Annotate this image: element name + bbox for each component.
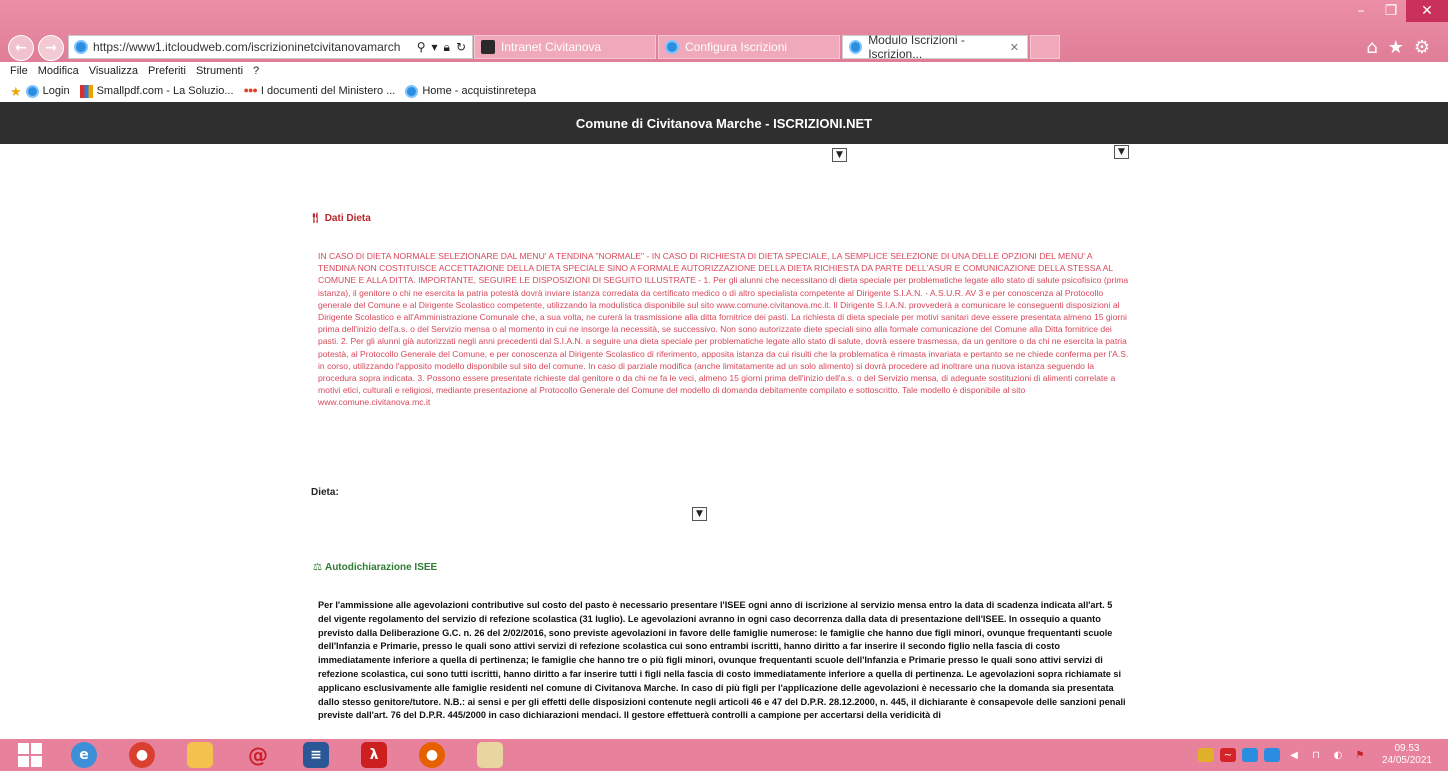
close-tab-icon[interactable]: ✕ — [1010, 41, 1019, 54]
volume-icon[interactable]: ◀ — [1286, 748, 1302, 762]
clock-date: 24/05/2021 — [1381, 755, 1432, 766]
folder-icon — [187, 742, 213, 768]
add-favorite-star-icon[interactable]: ★ — [10, 85, 22, 100]
tab-modulo-iscrizioni[interactable]: Modulo Iscrizioni - Iscrizion... ✕ — [842, 33, 1028, 61]
minimize-icon[interactable]: – — [1346, 0, 1376, 22]
isee-instructions: Per l'ammissione alle agevolazioni contr… — [318, 600, 1126, 721]
smallpdf-icon — [79, 84, 93, 98]
taskbar-word[interactable]: ≡ — [294, 739, 338, 771]
home-icon[interactable]: ⌂ — [1366, 37, 1377, 58]
ie-icon — [25, 84, 39, 98]
favorites-bar: ★ Login Smallpdf.com - La Soluzio... ●●●… — [0, 80, 1448, 103]
menu-visualizza[interactable]: Visualizza — [89, 65, 138, 77]
shield-icon[interactable] — [1197, 748, 1214, 762]
menu-modifica[interactable]: Modifica — [38, 65, 79, 77]
ie-favicon-icon — [849, 40, 863, 54]
tab-configura-iscrizioni[interactable]: Configura Iscrizioni — [658, 35, 840, 59]
page-title: Comune di Civitanova Marche - ISCRIZIONI… — [575, 115, 873, 131]
taskbar-acrobat[interactable]: λ — [352, 739, 396, 771]
internet-explorer-icon: e — [71, 742, 97, 768]
address-url[interactable]: https://www1.itcloudweb.com/iscrizionine… — [93, 40, 417, 54]
taskbar-chrome[interactable]: ● — [120, 739, 164, 771]
clock-time: 09.53 — [1394, 743, 1420, 754]
windows-logo-icon — [18, 743, 42, 767]
favorite-login[interactable]: Login — [25, 84, 70, 98]
favorite-smallpdf[interactable]: Smallpdf.com - La Soluzio... — [79, 84, 234, 98]
navigation-row: ← → https://www1.itcloudweb.com/iscrizio… — [8, 33, 1438, 61]
restore-icon[interactable]: ❐ — [1376, 0, 1406, 22]
mail-at-icon: @ — [245, 742, 271, 768]
app-icon — [477, 742, 503, 768]
window-controls: – ❐ ✕ — [1346, 0, 1448, 24]
menu-bar: File Modifica Visualizza Preferiti Strum… — [0, 62, 1448, 80]
tab-label: Configura Iscrizioni — [685, 40, 788, 54]
flag-icon[interactable]: ⚑ — [1352, 748, 1368, 762]
settings-gear-icon[interactable]: ⚙ — [1414, 37, 1430, 58]
update-icon[interactable] — [1263, 748, 1280, 762]
search-icon[interactable]: ⚲ — [417, 40, 426, 55]
dropdown-icon[interactable]: ▾ — [432, 40, 438, 55]
tab-label: Intranet Civitanova — [501, 40, 602, 54]
ie-favicon-icon — [665, 40, 679, 54]
favorite-acquistinretepa[interactable]: Home - acquistinretepa — [405, 84, 536, 98]
browser-titlebar: – ❐ ✕ ← → https://www1.itcloudweb.com/is… — [0, 0, 1448, 62]
menu-help[interactable]: ? — [253, 65, 259, 77]
address-bar[interactable]: https://www1.itcloudweb.com/iscrizionine… — [68, 35, 473, 59]
ministero-icon: ●●● — [243, 84, 258, 95]
dieta-select-dropdown-icon[interactable]: ▼ — [692, 507, 707, 521]
chrome-icon: ● — [129, 742, 155, 768]
cutlery-icon: 🍴︎ — [309, 213, 322, 224]
tab-intranet[interactable]: Intranet Civitanova — [474, 35, 656, 59]
dieta-instructions: IN CASO DI DIETA NORMALE SELEZIONARE DAL… — [318, 251, 1129, 408]
windows-taskbar: e ● @ ≡ λ ● ~ ◀ ⊓ ◐ ⚑ 09.53 24/05/2021 — [0, 739, 1448, 771]
site-header: Comune di Civitanova Marche - ISCRIZIONI… — [0, 102, 1448, 144]
favorites-star-icon[interactable]: ★ — [1388, 37, 1404, 58]
taskbar-firefox[interactable]: ● — [410, 739, 454, 771]
menu-file[interactable]: File — [10, 65, 28, 77]
start-button[interactable] — [8, 739, 52, 771]
lock-icon[interactable]: 🔒︎ — [444, 40, 450, 55]
back-button[interactable]: ← — [8, 35, 34, 61]
isee-section-title: ⚖ Autodichiarazione ISEE — [313, 562, 438, 573]
antivirus-icon[interactable]: ~ — [1219, 748, 1236, 762]
network-icon[interactable]: ⊓ — [1308, 748, 1324, 762]
system-tray: ~ ◀ ⊓ ◐ ⚑ 09.53 24/05/2021 — [1197, 739, 1432, 771]
dieta-section-title: 🍴︎ Dati Dieta — [309, 213, 371, 224]
balance-scale-icon: ⚖ — [313, 562, 322, 573]
dieta-field-label: Dieta: — [311, 487, 339, 498]
favorite-ministero[interactable]: ●●● I documenti del Ministero ... — [244, 85, 396, 98]
monitor-icon[interactable] — [1241, 748, 1258, 762]
document-icon: ≡ — [303, 742, 329, 768]
notification-icon[interactable]: ◐ — [1330, 748, 1346, 762]
firefox-icon: ● — [419, 742, 445, 768]
taskbar-internet-explorer[interactable]: e — [62, 739, 106, 771]
refresh-icon[interactable]: ↻ — [456, 40, 466, 55]
pdf-reader-icon: λ — [361, 742, 387, 768]
ie-page-icon — [74, 40, 88, 54]
taskbar-file-explorer[interactable] — [178, 739, 222, 771]
close-window-icon[interactable]: ✕ — [1406, 0, 1448, 22]
menu-strumenti[interactable]: Strumenti — [196, 65, 243, 77]
ie-icon — [405, 84, 419, 98]
select-dropdown-icon[interactable]: ▼ — [832, 148, 847, 162]
intranet-favicon-icon — [481, 40, 495, 54]
forward-button[interactable]: → — [38, 35, 64, 61]
select-dropdown-icon[interactable]: ▼ — [1114, 145, 1129, 159]
tab-label: Modulo Iscrizioni - Iscrizion... — [868, 33, 965, 61]
taskbar-app[interactable] — [468, 739, 512, 771]
taskbar-mail-app[interactable]: @ — [236, 739, 280, 771]
clock[interactable]: 09.53 24/05/2021 — [1382, 743, 1432, 767]
new-tab-button[interactable] — [1030, 35, 1060, 59]
menu-preferiti[interactable]: Preferiti — [148, 65, 186, 77]
